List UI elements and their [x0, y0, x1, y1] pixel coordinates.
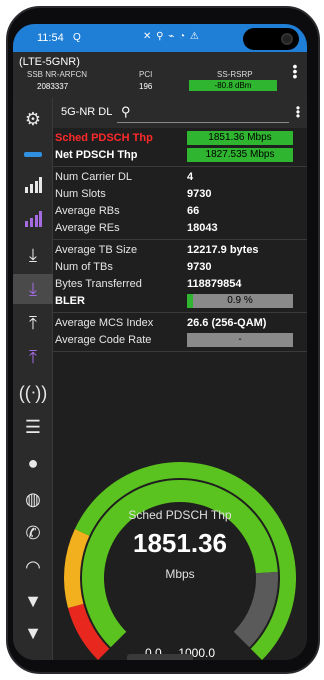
phone-icon[interactable]: ✆ [13, 518, 53, 548]
wifi-icon[interactable]: ◠ [13, 552, 53, 582]
signal-bars-purple-icon[interactable] [13, 206, 53, 236]
download-icon[interactable]: ⤓ [13, 240, 53, 270]
gear-icon[interactable]: ⚙ [13, 104, 53, 134]
gauge-value: 1851.36 [133, 528, 227, 558]
sidebar: ⚙ ⤓ ⤓ ⤒ ⤒ ((ᐧ)) ☰ ● ◍ ✆ ◠ ▼ ▼ [13, 98, 53, 660]
gauge-unit: Mbps [165, 567, 195, 581]
list-icon[interactable]: ☰ [13, 412, 53, 442]
signal-bars-icon[interactable] [13, 172, 53, 202]
upload-icon[interactable]: ⤒ [13, 308, 53, 338]
app-screen: 11:54 Q ✕ ⚲ ⌁ ◔ ⚠ (LTE-5GNR) SSB NR-ARFC… [13, 24, 307, 660]
globe-icon[interactable]: ◍ [13, 484, 53, 514]
wifi-alert-icon[interactable]: ▼ [13, 586, 53, 616]
alert-icon[interactable]: ● [13, 448, 53, 478]
antenna-bar-icon[interactable] [13, 138, 53, 168]
wifi-alert-2-icon[interactable]: ▼ [13, 618, 53, 648]
gauge-title: Sched PDSCH Thp [128, 508, 232, 522]
gauge-labels: Sched PDSCH Thp 1851.36 Mbps 0.0 ... 100… [53, 24, 307, 660]
upload-purple-icon[interactable]: ⤒ [13, 342, 53, 372]
broadcast-icon[interactable]: ((ᐧ)) [13, 378, 53, 408]
chevron-up-icon: ︿ [155, 657, 166, 660]
download-purple-icon[interactable]: ⤓ [13, 274, 53, 304]
expand-panel-button[interactable]: ︿ [127, 654, 193, 660]
